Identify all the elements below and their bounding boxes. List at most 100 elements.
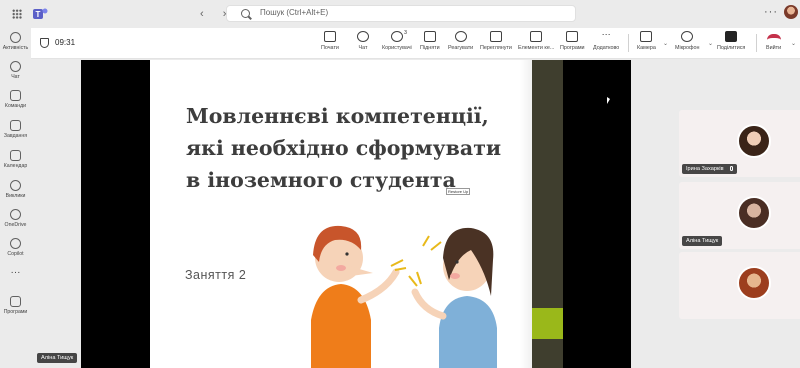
toolbar-label: Користувачі bbox=[382, 45, 412, 51]
share-screen-icon bbox=[725, 31, 738, 42]
meeting-timer: 09:31 bbox=[55, 38, 76, 47]
more-icon: ··· bbox=[601, 29, 611, 39]
rail-calendar[interactable]: Календар bbox=[0, 148, 31, 176]
presentation-slide: Мовленнєві компетенції, які необхідно сф… bbox=[150, 60, 532, 368]
toolbar-label: Чат bbox=[358, 45, 368, 51]
search-bar[interactable]: Пошук (Ctrl+Alt+E) bbox=[226, 5, 576, 22]
assignments-icon bbox=[10, 120, 21, 131]
rail-teams[interactable]: Команди bbox=[0, 88, 31, 116]
rail-calls[interactable]: Виклики bbox=[0, 178, 31, 206]
toolbar-label: Мікрофон bbox=[675, 45, 700, 51]
participant-name: Ірина Захарків bbox=[686, 166, 724, 172]
people-count: 3 bbox=[404, 30, 407, 36]
people-icon: 3 bbox=[390, 30, 407, 42]
teams-icon bbox=[10, 90, 21, 101]
more-icon: ··· bbox=[10, 267, 21, 278]
rail-label: OneDrive bbox=[4, 222, 27, 228]
rail-label: Команди bbox=[4, 103, 27, 109]
conversation-illustration bbox=[311, 225, 497, 368]
rail-label: Календар bbox=[3, 163, 28, 169]
toolbar-label: Камера bbox=[637, 45, 656, 51]
rail-label: Виклики bbox=[5, 193, 26, 199]
people-button[interactable]: 3 Користувачі bbox=[382, 30, 412, 58]
rail-activity[interactable]: Активність bbox=[0, 30, 31, 58]
raise-hand-button[interactable]: Підняти bbox=[420, 30, 440, 58]
app-grid-icon[interactable] bbox=[12, 9, 22, 19]
controls-icon bbox=[530, 31, 543, 42]
toolbar-separator bbox=[628, 34, 629, 52]
participant-name-tag: Ірина Захарків bbox=[682, 164, 737, 174]
cloud-icon bbox=[10, 209, 21, 220]
user-avatar[interactable] bbox=[784, 5, 798, 19]
chat-icon bbox=[10, 61, 21, 72]
rail-label: Активність bbox=[2, 45, 29, 51]
leave-button[interactable]: Вийти bbox=[766, 30, 781, 58]
share-button[interactable]: Поділитися bbox=[717, 30, 745, 58]
toolbar-separator bbox=[756, 34, 757, 52]
start-button[interactable]: Почати bbox=[321, 30, 339, 58]
search-placeholder: Пошук (Ctrl+Alt+E) bbox=[260, 8, 329, 17]
add-apps-icon bbox=[566, 31, 579, 42]
phone-icon bbox=[10, 180, 21, 191]
more-button[interactable]: ··· Додатково bbox=[593, 30, 619, 58]
meeting-toolbar: 09:31 Почати Чат 3 Користувачі Підняти Р… bbox=[31, 28, 800, 59]
copilot-icon bbox=[10, 238, 21, 249]
controls-button[interactable]: Елементи ке... bbox=[518, 30, 554, 58]
participant-avatar bbox=[737, 124, 771, 158]
search-icon bbox=[241, 9, 250, 18]
participant-tile[interactable]: Аліна Тищук bbox=[679, 182, 800, 249]
more-icon[interactable]: ··· bbox=[764, 6, 778, 18]
participant-avatar bbox=[737, 266, 771, 300]
rail-assignments[interactable]: Завдання bbox=[0, 118, 31, 146]
slide-title: Мовленнєві компетенції, які необхідно сф… bbox=[186, 100, 501, 196]
grid-view-icon bbox=[489, 31, 502, 42]
hand-icon bbox=[423, 31, 436, 42]
hang-up-icon bbox=[766, 34, 781, 40]
calendar-icon bbox=[10, 150, 21, 161]
toolbar-label: Додатково bbox=[593, 45, 620, 51]
toolbar-label: Підняти bbox=[420, 45, 440, 51]
record-icon bbox=[323, 31, 336, 42]
rail-more[interactable]: ··· bbox=[0, 268, 31, 296]
shield-icon bbox=[40, 38, 49, 48]
rail-chat[interactable]: Чат bbox=[0, 59, 31, 87]
view-button[interactable]: Переглянути bbox=[480, 30, 512, 58]
app-rail: Активність Чат Команди Завдання Календар… bbox=[0, 28, 31, 368]
react-button[interactable]: Реагувати bbox=[448, 30, 473, 58]
apps-button[interactable]: Програми bbox=[560, 30, 585, 58]
participant-tile[interactable]: Ірина Захарків bbox=[679, 110, 800, 177]
rail-label: Завдання bbox=[3, 133, 28, 139]
camera-button[interactable]: Камера bbox=[637, 30, 656, 58]
chat-icon bbox=[357, 31, 369, 42]
chevron-down-icon[interactable]: ⌄ bbox=[663, 40, 668, 47]
title-bar: T ‹ › Пошук (Ctrl+Alt+E) ··· bbox=[0, 0, 800, 28]
rail-onedrive[interactable]: OneDrive bbox=[0, 207, 31, 235]
rail-label: Чат bbox=[11, 74, 20, 80]
participant-name: Аліна Тищук bbox=[686, 238, 719, 244]
mouse-cursor bbox=[607, 97, 610, 104]
participant-tile[interactable] bbox=[679, 252, 800, 319]
toolbar-label: Елементи ке... bbox=[518, 45, 555, 51]
rail-label: Програми bbox=[3, 309, 28, 315]
participant-avatar bbox=[737, 196, 771, 230]
meeting-stage: Мовленнєві компетенції, які необхідно сф… bbox=[31, 59, 800, 368]
toolbar-label: Почати bbox=[321, 45, 339, 51]
rail-apps[interactable]: Програми bbox=[0, 294, 31, 322]
add-apps-icon bbox=[10, 296, 21, 307]
chevron-down-icon[interactable]: ⌄ bbox=[708, 40, 713, 47]
slide-title-line: які необхідно сформувати bbox=[186, 136, 502, 160]
mic-button[interactable]: Мікрофон bbox=[675, 30, 699, 58]
microphone-icon bbox=[729, 166, 733, 172]
participant-name-tag: Аліна Тищук bbox=[682, 236, 723, 246]
microphone-icon bbox=[681, 31, 694, 42]
presenter-name-tag: Аліна Тищук bbox=[37, 353, 78, 363]
rail-copilot[interactable]: Copilot bbox=[0, 236, 31, 264]
toolbar-label: Переглянути bbox=[480, 45, 512, 51]
shared-screen[interactable]: Мовленнєві компетенції, які необхідно сф… bbox=[81, 60, 631, 368]
lesson-label: Заняття 2 bbox=[185, 268, 247, 282]
rail-label: Copilot bbox=[7, 251, 24, 257]
smile-icon bbox=[454, 31, 467, 42]
restore-tag[interactable]: Restore Up bbox=[446, 188, 471, 195]
chevron-down-icon[interactable]: ⌄ bbox=[791, 40, 796, 47]
chat-button[interactable]: Чат bbox=[357, 30, 369, 58]
